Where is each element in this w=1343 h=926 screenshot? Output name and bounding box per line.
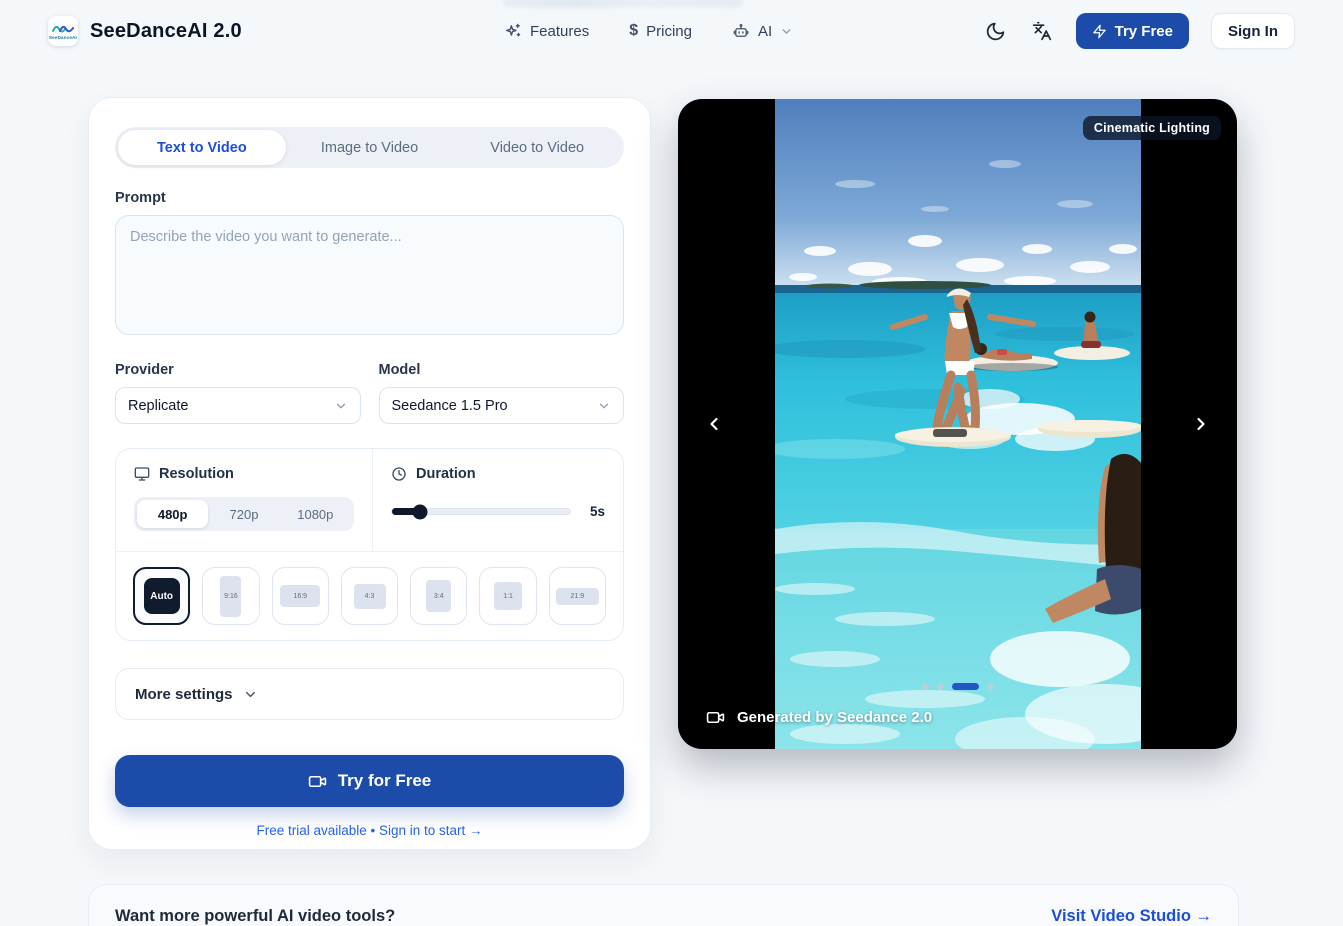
nav-pricing[interactable]: $ Pricing: [629, 22, 692, 40]
dollar-icon: $: [629, 22, 638, 40]
chevron-left-icon: [704, 414, 724, 434]
provider-value: Replicate: [128, 398, 188, 414]
provider-label: Provider: [115, 362, 361, 378]
aspect-ratio-9-16-label: 9:16: [220, 576, 241, 617]
video-slide[interactable]: [775, 99, 1141, 749]
chevron-down-icon: [334, 399, 348, 413]
robot-icon: [732, 22, 750, 40]
carousel-dot[interactable]: [987, 683, 994, 690]
moon-icon: [985, 21, 1006, 42]
duration-slider[interactable]: [391, 508, 571, 515]
resolution-1080p[interactable]: 1080p: [280, 500, 351, 528]
video-scene: [775, 99, 1141, 749]
chevron-down-icon: [597, 399, 611, 413]
aspect-ratio-21-9-label: 21:9: [556, 588, 599, 605]
aspect-ratio-auto[interactable]: Auto: [133, 567, 190, 625]
resolution-480p[interactable]: 480p: [137, 500, 208, 528]
video-camera-icon: [308, 772, 327, 791]
options-panel: Resolution 480p 720p 1080p Duration: [115, 448, 624, 641]
nav-ai-menu[interactable]: AI: [732, 22, 793, 40]
model-label: Model: [379, 362, 625, 378]
resolution-label: Resolution: [159, 466, 234, 482]
generated-by-caption: Generated by Seedance 2.0: [706, 708, 932, 727]
aspect-ratio-9-16[interactable]: 9:16: [202, 567, 259, 625]
prompt-label: Prompt: [115, 190, 624, 206]
sign-in-button[interactable]: Sign In: [1211, 13, 1295, 49]
brand-logo-icon: SeeDanceAI: [48, 16, 78, 46]
aspect-ratio-16-9[interactable]: 16:9: [272, 567, 329, 625]
aspect-ratio-3-4[interactable]: 3:4: [410, 567, 467, 625]
chevron-right-icon: [1191, 414, 1211, 434]
tab-image-to-video[interactable]: Image to Video: [286, 130, 454, 165]
try-free-button[interactable]: Try Free: [1076, 13, 1189, 49]
try-for-free-label: Try for Free: [338, 771, 432, 791]
generated-by-text: Generated by Seedance 2.0: [737, 709, 932, 726]
dark-mode-toggle[interactable]: [983, 19, 1008, 44]
carousel-dot[interactable]: [922, 683, 929, 690]
carousel-dot-active[interactable]: [952, 683, 979, 690]
header: SeeDanceAI SeeDanceAI 2.0 Features $ Pri…: [0, 0, 1343, 62]
tab-text-to-video[interactable]: Text to Video: [118, 130, 286, 165]
aspect-ratio-auto-label: Auto: [144, 578, 180, 614]
prompt-input[interactable]: [115, 215, 624, 335]
brand[interactable]: SeeDanceAI SeeDanceAI 2.0: [48, 16, 242, 46]
aspect-ratio-21-9[interactable]: 21:9: [549, 567, 606, 625]
nav-ai-label: AI: [758, 23, 772, 40]
nav-features-label: Features: [530, 23, 589, 40]
brand-logo-caption: SeeDanceAI: [49, 36, 77, 41]
carousel-dot[interactable]: [937, 683, 944, 690]
carousel-dots: [922, 683, 994, 690]
try-free-label: Try Free: [1115, 23, 1173, 40]
resolution-720p[interactable]: 720p: [208, 500, 279, 528]
free-trial-signin-link[interactable]: Free trial available • Sign in to start …: [115, 823, 624, 838]
aspect-ratio-1-1[interactable]: 1:1: [479, 567, 536, 625]
language-switcher[interactable]: [1030, 19, 1054, 43]
more-settings-label: More settings: [135, 686, 233, 703]
aspect-ratio-3-4-label: 3:4: [426, 580, 451, 612]
duration-value: 5s: [585, 504, 605, 519]
style-badge: Cinematic Lighting: [1083, 116, 1221, 140]
chevron-down-icon: [243, 687, 258, 702]
duration-label: Duration: [416, 466, 476, 482]
aspect-ratio-row: Auto 9:16 16:9 4:3 3:4 1:1 21:9: [116, 551, 623, 640]
aspect-ratio-1-1-label: 1:1: [494, 582, 522, 610]
nav-features[interactable]: Features: [505, 23, 589, 40]
carousel-prev-button[interactable]: [700, 410, 728, 438]
try-for-free-button[interactable]: Try for Free: [115, 755, 624, 807]
more-settings-toggle[interactable]: More settings: [115, 668, 624, 720]
header-actions: Try Free Sign In: [983, 0, 1295, 62]
generator-card: Text to Video Image to Video Video to Vi…: [88, 97, 651, 850]
video-camera-icon: [706, 708, 725, 727]
carousel-next-button[interactable]: [1187, 410, 1215, 438]
model-select[interactable]: Seedance 1.5 Pro: [379, 387, 625, 424]
studio-banner-question: Want more powerful AI video tools?: [115, 907, 395, 926]
visit-video-studio-link[interactable]: Visit Video Studio →: [1051, 907, 1212, 926]
chevron-down-icon: [780, 25, 793, 38]
zap-icon: [1092, 24, 1107, 39]
monitor-icon: [134, 466, 150, 482]
duration-slider-thumb[interactable]: [413, 504, 428, 519]
sparkles-icon: [505, 23, 522, 40]
aspect-ratio-4-3-label: 4:3: [354, 584, 386, 609]
provider-select[interactable]: Replicate: [115, 387, 361, 424]
resolution-segmented-control: 480p 720p 1080p: [134, 497, 354, 531]
aspect-ratio-16-9-label: 16:9: [280, 585, 320, 607]
model-value: Seedance 1.5 Pro: [392, 398, 508, 414]
nav-pricing-label: Pricing: [646, 23, 692, 40]
tab-video-to-video[interactable]: Video to Video: [453, 130, 621, 165]
mode-tabs: Text to Video Image to Video Video to Vi…: [115, 127, 624, 168]
brand-title: SeeDanceAI 2.0: [90, 20, 242, 43]
video-preview-carousel: Cinematic Lighting Generated by Seedance…: [678, 99, 1237, 749]
main-nav: Features $ Pricing AI: [505, 0, 793, 62]
clock-icon: [391, 466, 407, 482]
languages-icon: [1032, 21, 1052, 41]
aspect-ratio-4-3[interactable]: 4:3: [341, 567, 398, 625]
studio-banner: Want more powerful AI video tools? Visit…: [88, 884, 1239, 926]
